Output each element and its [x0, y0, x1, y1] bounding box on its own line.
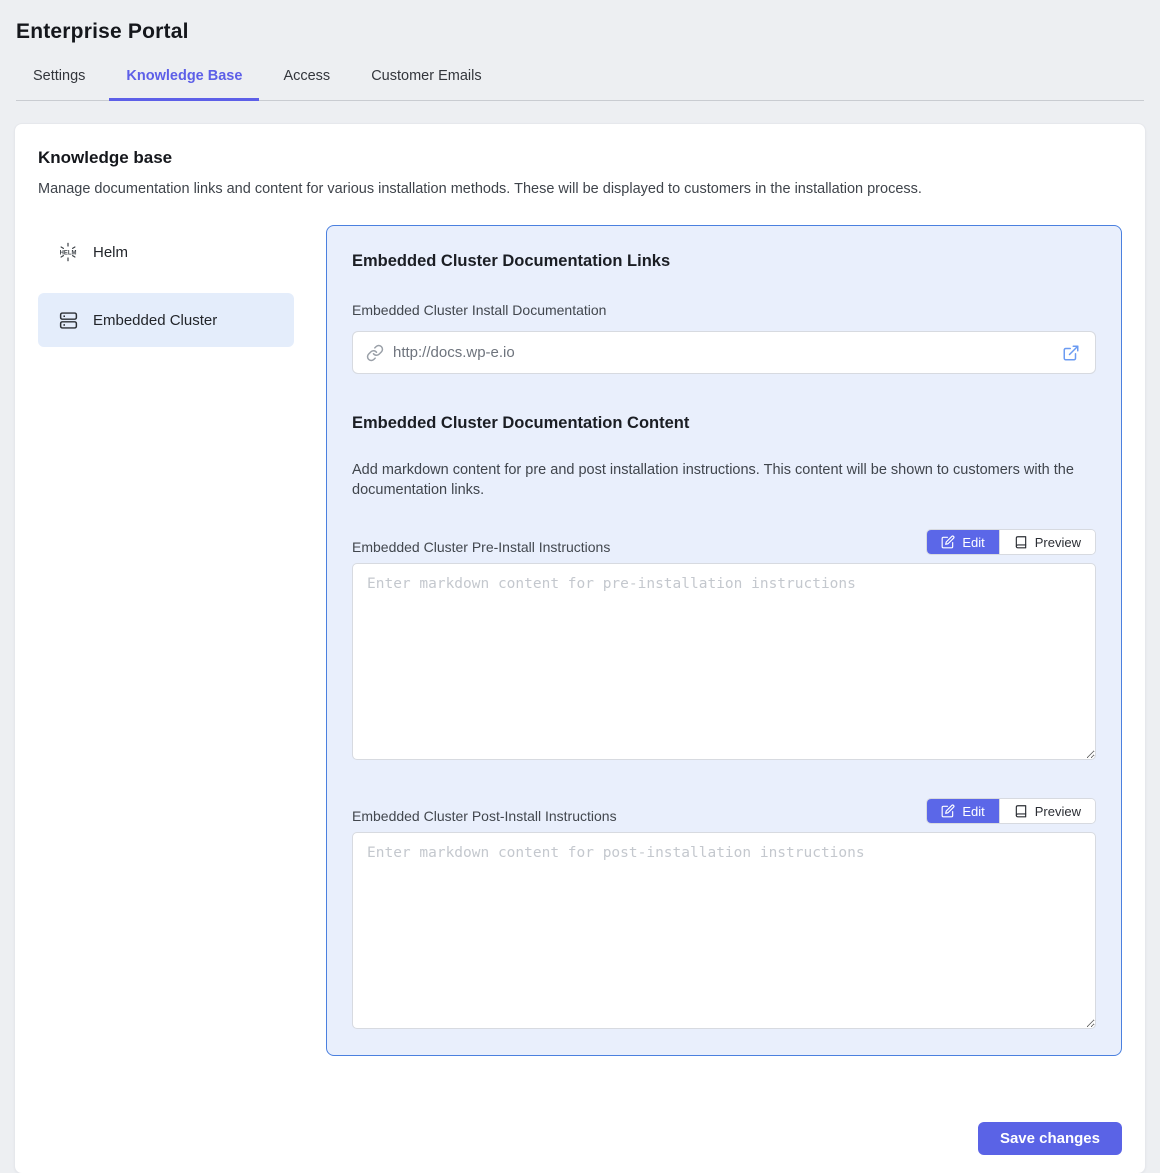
embedded-cluster-panel: Embedded Cluster Documentation Links Emb… [326, 225, 1122, 1056]
svg-text:HELM: HELM [60, 250, 77, 256]
link-icon [366, 344, 384, 362]
content-section-heading: Embedded Cluster Documentation Content [352, 414, 1096, 433]
preview-button[interactable]: Preview [999, 799, 1095, 823]
install-doc-input-wrap [352, 331, 1096, 374]
edit-icon [941, 804, 955, 818]
install-doc-label: Embedded Cluster Install Documentation [352, 302, 1096, 318]
helm-icon: HELM [57, 241, 79, 263]
knowledge-base-card: Knowledge base Manage documentation link… [14, 123, 1146, 1173]
edit-icon [941, 535, 955, 549]
book-icon [1014, 535, 1028, 549]
section-heading: Knowledge base [38, 148, 1122, 168]
post-install-field-header: Embedded Cluster Post-Install Instructio… [352, 798, 1096, 824]
sidebar-item-embedded-cluster[interactable]: Embedded Cluster [38, 293, 294, 347]
pre-install-mode-toggle: Edit Preview [926, 529, 1096, 555]
book-icon [1014, 804, 1028, 818]
page-title: Enterprise Portal [16, 20, 1144, 44]
edit-button-label: Edit [962, 535, 984, 550]
sidebar-item-label: Helm [93, 244, 128, 261]
install-doc-url-input[interactable] [393, 344, 1061, 361]
external-link-icon [1062, 344, 1080, 362]
server-stack-icon [57, 309, 79, 331]
sidebar-item-label: Embedded Cluster [93, 312, 217, 329]
post-install-mode-toggle: Edit Preview [926, 798, 1096, 824]
edit-button-label: Edit [962, 804, 984, 819]
links-section-heading: Embedded Cluster Documentation Links [352, 252, 1096, 271]
save-changes-button[interactable]: Save changes [978, 1122, 1122, 1155]
preview-button[interactable]: Preview [999, 530, 1095, 554]
edit-button[interactable]: Edit [927, 530, 998, 554]
tab-customer-emails[interactable]: Customer Emails [354, 58, 498, 101]
card-footer: Save changes [38, 1122, 1122, 1155]
post-install-textarea[interactable] [352, 832, 1096, 1029]
tab-settings[interactable]: Settings [16, 58, 102, 101]
install-method-nav: HELM Helm Embedded Cluster [38, 225, 294, 1056]
tab-access[interactable]: Access [266, 58, 347, 101]
sidebar-item-helm[interactable]: HELM Helm [38, 225, 294, 279]
preview-button-label: Preview [1035, 804, 1081, 819]
post-install-label: Embedded Cluster Post-Install Instructio… [352, 808, 617, 824]
pre-install-textarea[interactable] [352, 563, 1096, 760]
open-link-button[interactable] [1061, 343, 1081, 363]
page-root: Enterprise Portal Settings Knowledge Bas… [0, 0, 1160, 1173]
pre-install-label: Embedded Cluster Pre-Install Instruction… [352, 539, 610, 555]
tab-knowledge-base[interactable]: Knowledge Base [109, 58, 259, 101]
edit-button[interactable]: Edit [927, 799, 998, 823]
content-section-description: Add markdown content for pre and post in… [352, 460, 1096, 500]
tab-bar: Settings Knowledge Base Access Customer … [16, 58, 1144, 101]
app-header: Enterprise Portal Settings Knowledge Bas… [0, 0, 1160, 101]
content-row: HELM Helm Embedded Cluster [38, 225, 1122, 1056]
section-description: Manage documentation links and content f… [38, 181, 1122, 197]
preview-button-label: Preview [1035, 535, 1081, 550]
pre-install-field-header: Embedded Cluster Pre-Install Instruction… [352, 529, 1096, 555]
